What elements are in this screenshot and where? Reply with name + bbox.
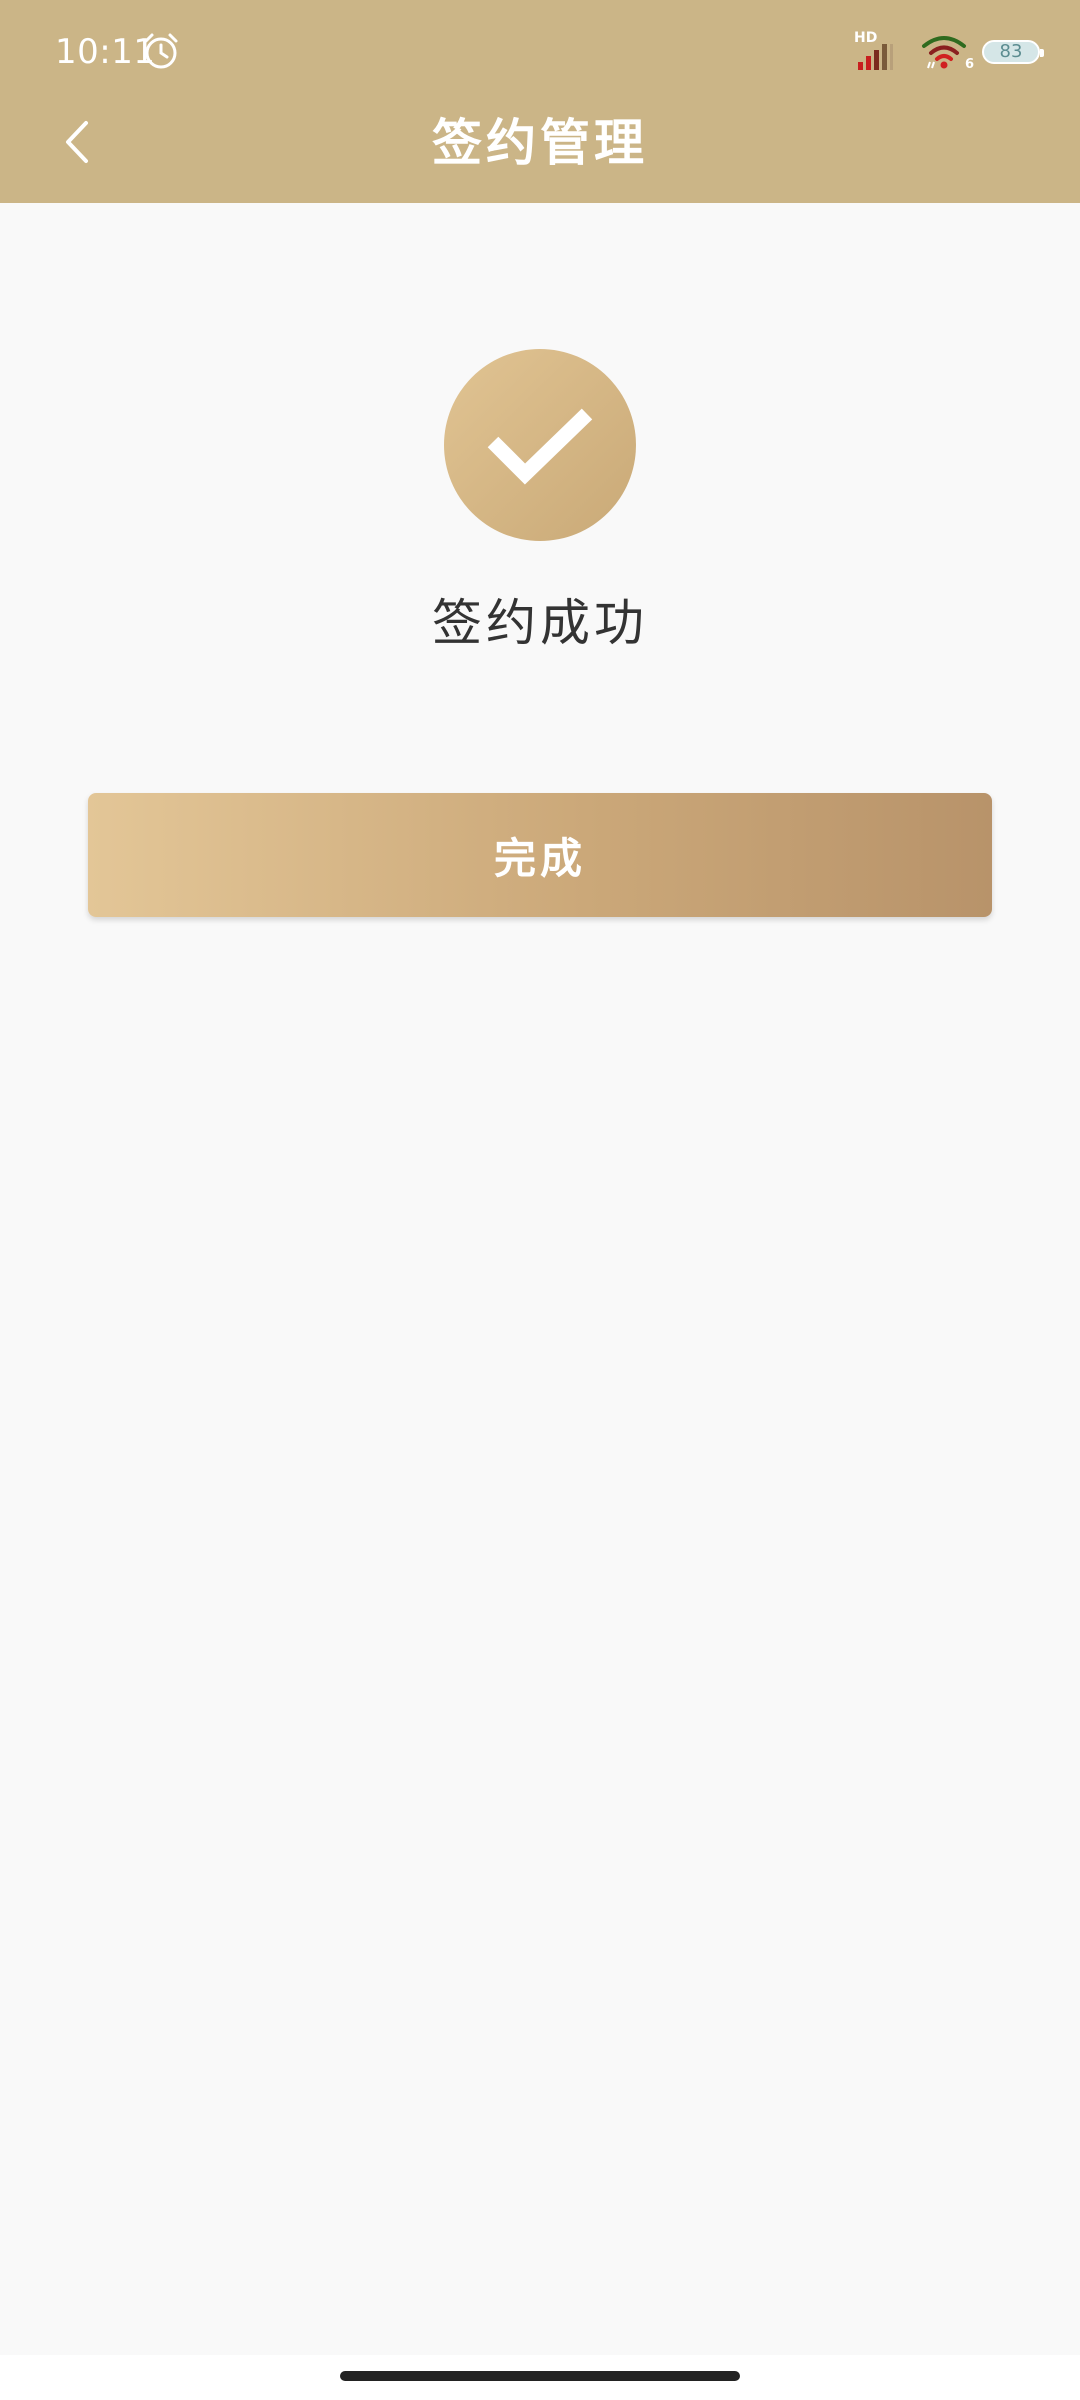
wifi-badge: 6 (964, 57, 974, 72)
success-message: 签约成功 (432, 594, 648, 652)
success-badge (444, 349, 636, 541)
done-button[interactable]: 完成 (88, 793, 992, 917)
alarm-clock-icon (144, 33, 178, 69)
home-indicator[interactable] (340, 2371, 740, 2381)
battery-level: 83 (999, 41, 1023, 62)
cellular-signal-icon: HD (854, 30, 900, 72)
screen: 10:11 HD 6 83 签约管理 签约成功 完成 (0, 0, 1080, 2400)
wifi-icon: 6 (920, 32, 974, 72)
battery-tip (1040, 49, 1044, 57)
battery-icon: 83 (982, 40, 1044, 64)
status-icons: HD 6 83 (854, 28, 1044, 76)
app-header: 10:11 HD 6 83 签约管理 (0, 0, 1080, 203)
check-icon (487, 408, 593, 485)
page-title: 签约管理 (432, 114, 648, 172)
